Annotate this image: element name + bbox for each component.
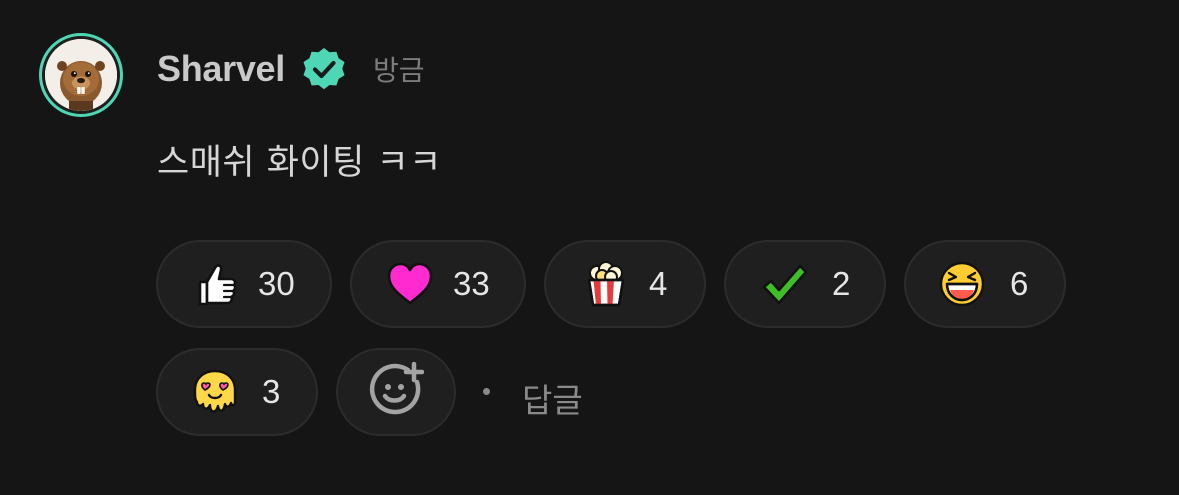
reaction-thumbs-up[interactable]: 30	[156, 240, 332, 328]
thumbs-up-icon	[191, 260, 239, 308]
add-emoji-icon	[368, 361, 425, 422]
add-reaction-button[interactable]	[336, 348, 456, 436]
heart-eyes-melting-face-icon	[191, 368, 239, 416]
comment-header: Sharvel 방금	[157, 46, 425, 92]
reaction-heart-eyes[interactable]: 3	[156, 348, 318, 436]
reaction-check-mark[interactable]: 2	[724, 240, 886, 328]
author-name[interactable]: Sharvel	[157, 48, 285, 90]
reaction-count: 4	[649, 265, 668, 302]
check-mark-icon	[760, 260, 808, 308]
reaction-count: 3	[262, 373, 281, 410]
avatar[interactable]	[39, 33, 123, 117]
reaction-count: 33	[453, 265, 490, 302]
timestamp: 방금	[372, 54, 425, 87]
comment: Sharvel 방금 스매쉬 화이팅 ㅋㅋ 30 33 4 2 6 3 답글	[0, 0, 1179, 495]
verified-badge-icon	[301, 46, 347, 92]
reaction-count: 30	[258, 265, 295, 302]
reaction-laughing-face[interactable]: 6	[904, 240, 1066, 328]
beaver-avatar-icon	[45, 39, 117, 111]
reply-button[interactable]: 답글	[522, 374, 583, 422]
comment-text: 스매쉬 화이팅 ㅋㅋ	[157, 143, 442, 183]
reaction-popcorn[interactable]: 4	[544, 240, 706, 328]
reaction-heart[interactable]: 33	[350, 240, 526, 328]
reaction-count: 2	[832, 265, 851, 302]
laughing-face-icon	[938, 260, 986, 308]
reaction-count: 6	[1010, 265, 1029, 302]
popcorn-icon	[582, 260, 630, 308]
separator-dot	[483, 388, 490, 395]
heart-icon	[386, 260, 434, 308]
